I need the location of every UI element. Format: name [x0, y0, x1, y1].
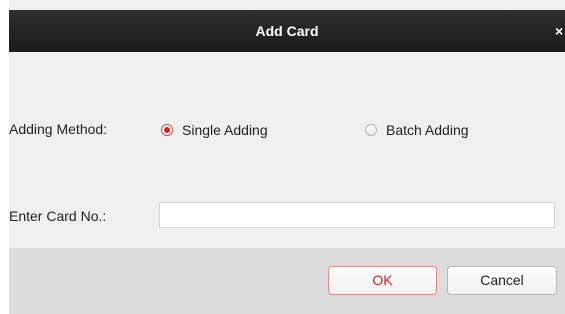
card-no-label: Enter Card No.:	[9, 208, 107, 224]
dialog-titlebar: Add Card ×	[9, 10, 565, 52]
card-no-input[interactable]	[159, 202, 555, 228]
add-card-dialog: Add Card × Adding Method: Single Adding …	[9, 0, 565, 314]
dialog-footer: OK Cancel	[9, 248, 565, 314]
adding-method-label: Adding Method:	[9, 121, 108, 137]
radio-batch-adding-label: Batch Adding	[386, 122, 469, 138]
radio-batch-adding[interactable]: Batch Adding	[365, 120, 469, 140]
radio-single-adding-label: Single Adding	[182, 122, 268, 138]
close-icon[interactable]: ×	[555, 10, 565, 52]
ok-button[interactable]: OK	[328, 266, 437, 295]
radio-single-adding[interactable]: Single Adding	[161, 120, 268, 140]
dialog-title: Add Card	[255, 23, 319, 39]
radio-checked-icon	[161, 124, 173, 136]
cancel-button[interactable]: Cancel	[447, 266, 557, 295]
radio-unchecked-icon	[365, 124, 377, 136]
